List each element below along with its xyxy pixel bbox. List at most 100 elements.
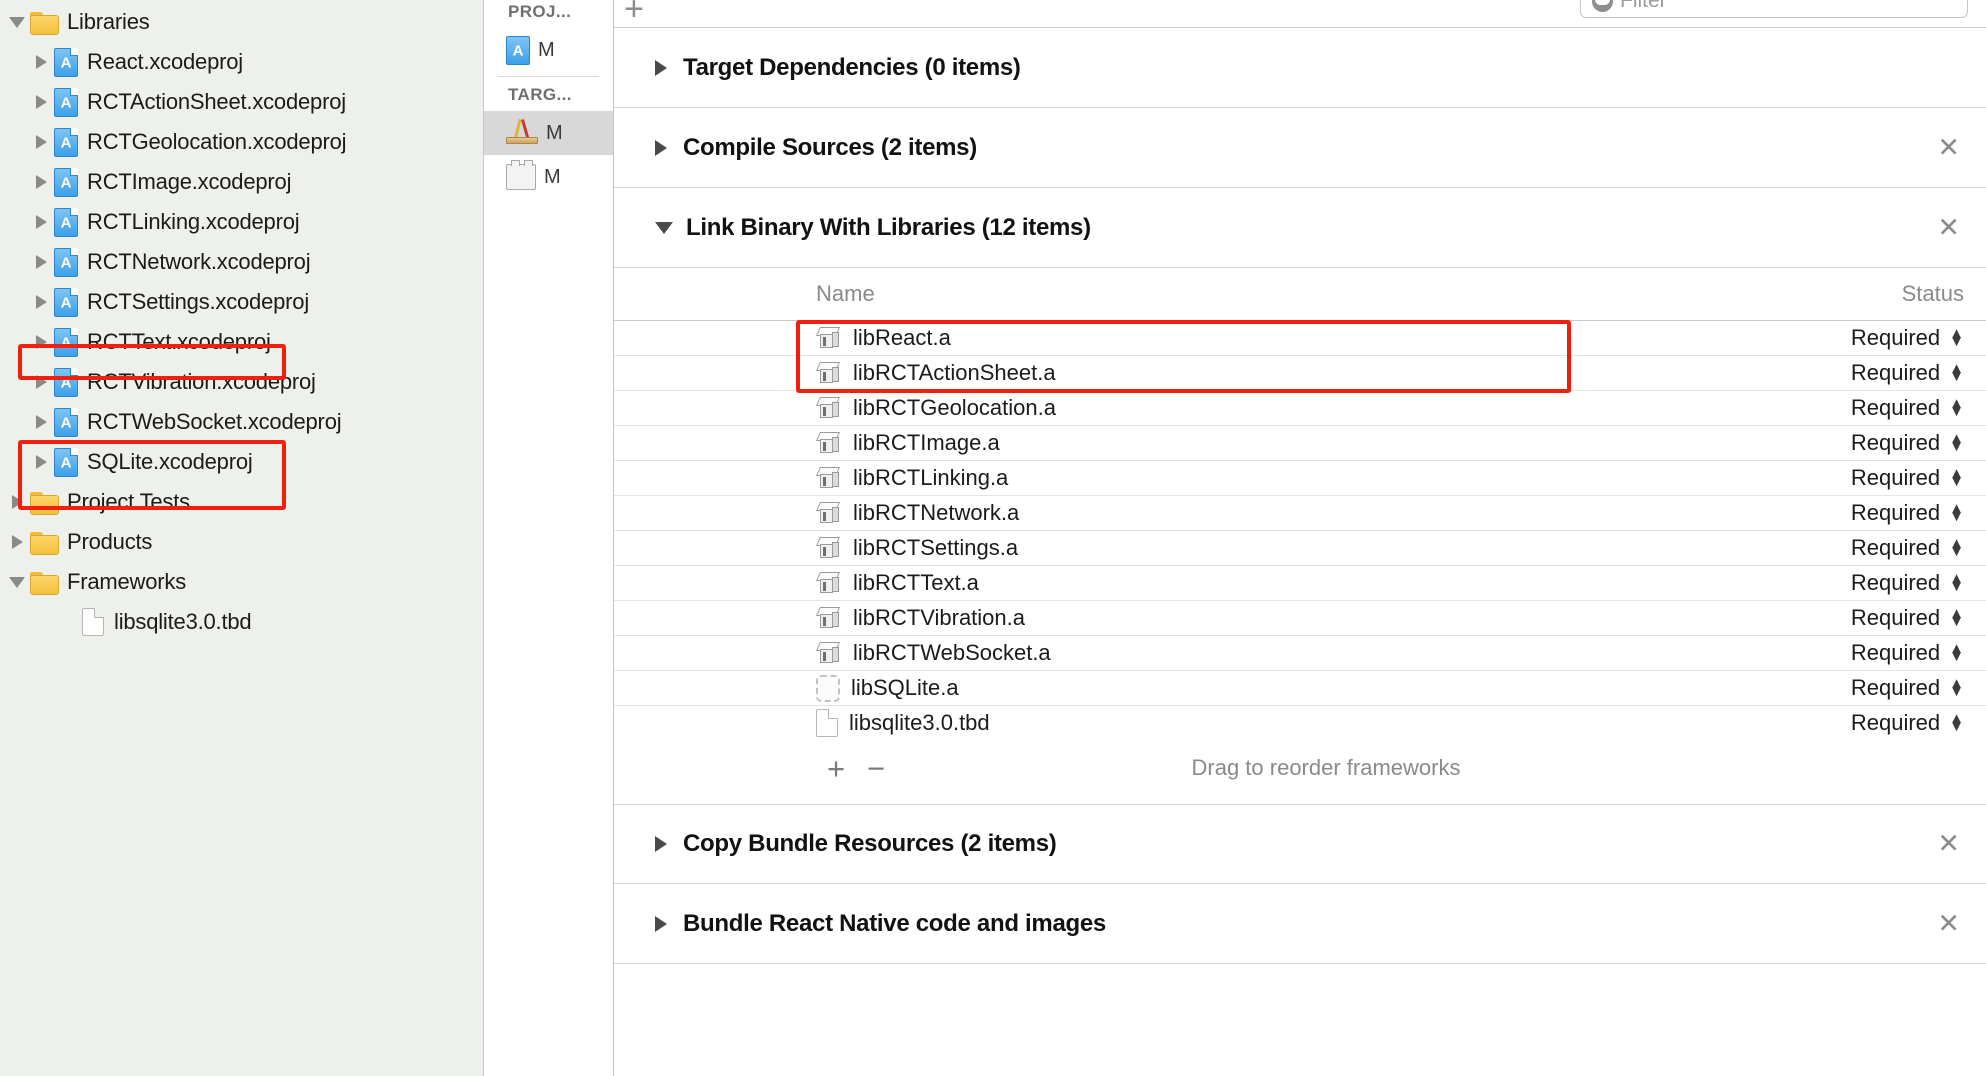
stepper-icon[interactable]: ▲ ▼ [1949, 641, 1964, 664]
nav-item-label: Products [67, 529, 153, 554]
disclosure-triangle-icon[interactable] [28, 375, 54, 389]
table-row[interactable]: libReact.a Required ▲ ▼ [614, 320, 1986, 355]
target-list-item-selected[interactable]: M [484, 111, 613, 155]
close-icon[interactable]: ✕ [1937, 134, 1960, 161]
library-status-cell[interactable]: Required ▲ ▼ [1764, 675, 1964, 701]
library-status-cell[interactable]: Required ▲ ▼ [1764, 640, 1964, 666]
nav-item-rctwebsocket-xcodeproj[interactable]: A RCTWebSocket.xcodeproj [0, 402, 483, 442]
table-row[interactable]: libRCTVibration.a Required ▲ ▼ [614, 600, 1986, 635]
disclosure-triangle-icon[interactable] [4, 495, 30, 509]
library-status-cell[interactable]: Required ▲ ▼ [1764, 500, 1964, 526]
folder-icon [30, 571, 59, 595]
disclosure-triangle-icon[interactable] [28, 415, 54, 429]
disclosure-triangle-open-icon[interactable] [655, 221, 673, 234]
nav-item-rctnetwork-xcodeproj[interactable]: A RCTNetwork.xcodeproj [0, 242, 483, 282]
filter-placeholder: Filter [1620, 0, 1667, 12]
disclosure-triangle-icon[interactable] [28, 175, 54, 189]
library-name-cell: libRCTVibration.a [815, 605, 1764, 631]
table-row[interactable]: libRCTSettings.a Required ▲ ▼ [614, 530, 1986, 565]
nav-item-sqlite-xcodeproj[interactable]: A SQLite.xcodeproj [0, 442, 483, 482]
disclosure-triangle-icon[interactable] [28, 95, 54, 109]
project-target-list[interactable]: PROJ... A M TARG... M M [484, 0, 614, 1076]
disclosure-triangle-icon[interactable] [28, 135, 54, 149]
stepper-icon[interactable]: ▲ ▼ [1949, 466, 1964, 489]
library-name-cell: libRCTImage.a [815, 430, 1764, 456]
archive-icon [815, 605, 842, 631]
archive-icon [815, 325, 842, 351]
stepper-icon[interactable]: ▲ ▼ [1949, 396, 1964, 419]
disclosure-triangle-icon[interactable] [28, 215, 54, 229]
table-row[interactable]: libRCTWebSocket.a Required ▲ ▼ [614, 635, 1986, 670]
add-library-button[interactable]: + [816, 753, 856, 784]
section-compile-sources[interactable]: Compile Sources (2 items) ✕ [614, 108, 1986, 188]
stepper-icon[interactable]: ▲ ▼ [1949, 606, 1964, 629]
disclosure-triangle-icon[interactable] [28, 455, 54, 469]
add-build-phase-button[interactable]: + [624, 0, 644, 26]
nav-item-frameworks[interactable]: Frameworks [0, 562, 483, 602]
nav-item-rctlinking-xcodeproj[interactable]: A RCTLinking.xcodeproj [0, 202, 483, 242]
nav-item-react-xcodeproj[interactable]: A React.xcodeproj [0, 42, 483, 82]
disclosure-triangle-icon[interactable] [28, 295, 54, 309]
stepper-icon[interactable]: ▲ ▼ [1949, 501, 1964, 524]
close-icon[interactable]: ✕ [1937, 910, 1960, 937]
disclosure-triangle-open-icon[interactable] [4, 576, 30, 588]
library-status-cell[interactable]: Required ▲ ▼ [1764, 325, 1964, 351]
nav-item-rctsettings-xcodeproj[interactable]: A RCTSettings.xcodeproj [0, 282, 483, 322]
library-status-cell[interactable]: Required ▲ ▼ [1764, 360, 1964, 386]
library-status-cell[interactable]: Required ▲ ▼ [1764, 710, 1964, 736]
close-icon[interactable]: ✕ [1937, 214, 1960, 241]
table-row[interactable]: libRCTGeolocation.a Required ▲ ▼ [614, 390, 1986, 425]
section-copy-bundle-resources[interactable]: Copy Bundle Resources (2 items) ✕ [614, 804, 1986, 884]
disclosure-triangle-icon[interactable] [4, 535, 30, 549]
section-bundle-react-native[interactable]: Bundle React Native code and images ✕ [614, 884, 1986, 964]
table-row[interactable]: libRCTNetwork.a Required ▲ ▼ [614, 495, 1986, 530]
project-list-item[interactable]: A M [484, 28, 613, 72]
nav-item-products[interactable]: Products [0, 522, 483, 562]
nav-item-rctimage-xcodeproj[interactable]: A RCTImage.xcodeproj [0, 162, 483, 202]
remove-library-button[interactable]: − [856, 753, 896, 784]
nav-item-libraries[interactable]: Libraries [0, 2, 483, 42]
library-status-cell[interactable]: Required ▲ ▼ [1764, 395, 1964, 421]
nav-item-rctvibration-xcodeproj[interactable]: A RCTVibration.xcodeproj [0, 362, 483, 402]
disclosure-triangle-icon[interactable] [655, 836, 667, 852]
stepper-icon[interactable]: ▲ ▼ [1949, 571, 1964, 594]
section-target-dependencies[interactable]: Target Dependencies (0 items) [614, 28, 1986, 108]
stepper-icon[interactable]: ▲ ▼ [1949, 676, 1964, 699]
nav-item-rctgeolocation-xcodeproj[interactable]: A RCTGeolocation.xcodeproj [0, 122, 483, 162]
library-status-cell[interactable]: Required ▲ ▼ [1764, 605, 1964, 631]
table-row[interactable]: libRCTLinking.a Required ▲ ▼ [614, 460, 1986, 495]
table-row-libsqlite3-tbd[interactable]: libsqlite3.0.tbd Required ▲ ▼ [614, 705, 1986, 740]
nav-item-project-tests[interactable]: Project Tests [0, 482, 483, 522]
disclosure-triangle-open-icon[interactable] [4, 16, 30, 28]
library-status-cell[interactable]: Required ▲ ▼ [1764, 430, 1964, 456]
section-link-binary-with-libraries[interactable]: Link Binary With Libraries (12 items) ✕ [614, 188, 1986, 268]
library-status-cell[interactable]: Required ▲ ▼ [1764, 570, 1964, 596]
library-status-cell[interactable]: Required ▲ ▼ [1764, 465, 1964, 491]
table-row[interactable]: libRCTText.a Required ▲ ▼ [614, 565, 1986, 600]
nav-item-label: Project Tests [67, 489, 190, 514]
nav-item-rctactionsheet-xcodeproj[interactable]: A RCTActionSheet.xcodeproj [0, 82, 483, 122]
disclosure-triangle-icon[interactable] [655, 59, 667, 76]
close-icon[interactable]: ✕ [1937, 830, 1960, 858]
table-row[interactable]: libRCTActionSheet.a Required ▲ ▼ [614, 355, 1986, 390]
nav-item-libsqlite3-tbd[interactable]: libsqlite3.0.tbd [0, 602, 483, 642]
table-row[interactable]: libRCTImage.a Required ▲ ▼ [614, 425, 1986, 460]
filter-field[interactable]: Filter [1580, 0, 1968, 18]
project-navigator[interactable]: Libraries A React.xcodeproj A RCTActionS… [0, 0, 484, 1076]
disclosure-triangle-icon[interactable] [28, 55, 54, 69]
disclosure-triangle-icon[interactable] [28, 255, 54, 269]
disclosure-triangle-icon[interactable] [28, 335, 54, 349]
stepper-icon[interactable]: ▲ ▼ [1949, 536, 1964, 559]
stepper-icon[interactable]: ▲ ▼ [1949, 361, 1964, 384]
library-name: libRCTWebSocket.a [853, 640, 1051, 665]
target-list-item-bundle[interactable]: M [484, 155, 613, 199]
disclosure-triangle-icon[interactable] [655, 139, 667, 156]
table-row-libsqlite-a[interactable]: libSQLite.a Required ▲ ▼ [614, 670, 1986, 705]
disclosure-triangle-icon[interactable] [655, 915, 667, 932]
stepper-icon[interactable]: ▲ ▼ [1949, 711, 1964, 734]
stepper-icon[interactable]: ▲ ▼ [1949, 326, 1964, 349]
xcodeproj-icon: A [54, 287, 78, 317]
stepper-icon[interactable]: ▲ ▼ [1949, 431, 1964, 454]
library-status-cell[interactable]: Required ▲ ▼ [1764, 535, 1964, 561]
nav-item-rcttext-xcodeproj[interactable]: A RCTText.xcodeproj [0, 322, 483, 362]
